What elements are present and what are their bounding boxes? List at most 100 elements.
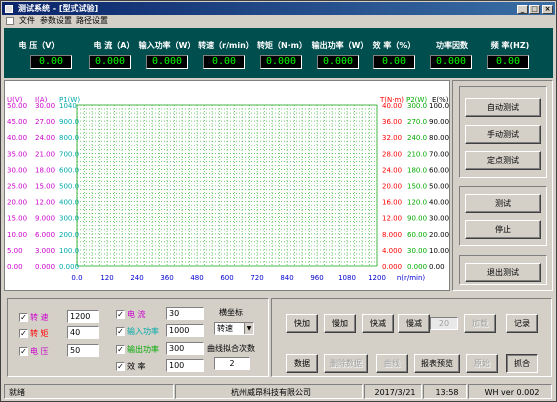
fit-order-title: 曲线拟合次数 <box>207 344 255 353</box>
voltage-label: 电 压 <box>30 347 49 356</box>
current-tick: 6.000 <box>35 231 55 239</box>
meter-panel: 电 压（V） 0.00 电 流（A） 0.000 输入功率（W） 0.000 转… <box>4 28 553 78</box>
efficiency-tick: 60.00 <box>429 166 449 174</box>
status-time: 13:58 <box>423 384 467 399</box>
meter-torque: 0.000 <box>260 55 302 69</box>
voltage-checkbox[interactable]: ✓ <box>19 347 28 356</box>
input-power-tick: 1040 <box>59 102 77 110</box>
output-power-tick: 120.0 <box>407 199 427 207</box>
torque-tick: 8.000 <box>382 231 402 239</box>
voltage-tick: 25.00 <box>7 183 27 191</box>
meter-label-efficiency: 效 率（%） <box>372 41 416 50</box>
meter-label-power-factor: 功率因数 <box>436 41 468 50</box>
report-preview-button[interactable]: 报表预览 <box>414 354 460 373</box>
original-button[interactable]: 原始 <box>466 354 498 373</box>
input-power-tick: 400.0 <box>59 199 79 207</box>
current-tick: 3.000 <box>35 247 55 255</box>
output-power-tick: 30.00 <box>407 247 427 255</box>
menu-path-settings[interactable]: 路径设置 <box>76 15 108 27</box>
output-power-tick: 150.0 <box>407 183 427 191</box>
torque-max-input[interactable]: 40 <box>67 326 99 339</box>
data-button[interactable]: 数据 <box>286 354 318 373</box>
current-max-input[interactable]: 30 <box>166 307 204 320</box>
voltage-tick: 5.00 <box>7 247 23 255</box>
fast-subtract-button[interactable]: 快减 <box>362 314 394 333</box>
torque-tick: 40.00 <box>382 102 402 110</box>
fast-add-button[interactable]: 快加 <box>286 314 318 333</box>
title-bar: 测试系统 - [型式试验] _ □ × <box>2 2 555 15</box>
meter-label-speed: 转速（r/min） <box>198 41 254 50</box>
efficiency-tick: 50.00 <box>429 183 449 191</box>
test-button[interactable]: 测试 <box>465 194 541 213</box>
x-axis-select[interactable]: 转速 ▼ <box>214 322 254 335</box>
efficiency-tick: 40.00 <box>429 199 449 207</box>
maximize-button[interactable]: □ <box>529 5 540 14</box>
status-state: 就绪 <box>4 384 174 399</box>
curve-button[interactable]: 曲线 <box>376 354 408 373</box>
fixed-point-test-button[interactable]: 定点测试 <box>465 151 541 170</box>
current-tick: 27.00 <box>35 118 55 126</box>
input-power-tick: 200.0 <box>59 231 79 239</box>
exit-test-button[interactable]: 退出测试 <box>465 263 541 282</box>
efficiency-max-input[interactable]: 100 <box>166 359 204 372</box>
x-axis-title: 横坐标 <box>219 308 243 317</box>
input-power-tick: 100.0 <box>59 247 79 255</box>
stop-button[interactable]: 停止 <box>465 220 541 239</box>
step-value-input[interactable]: 20 <box>430 317 458 330</box>
speed-checkbox[interactable]: ✓ <box>19 313 28 322</box>
voltage-max-input[interactable]: 50 <box>67 344 99 357</box>
input-power-tick: 700.0 <box>59 150 79 158</box>
efficiency-checkbox[interactable]: ✓ <box>116 362 125 371</box>
status-bar: 就绪 杭州威昂科技有限公司 2017/3/21 13:58 WH ver 0.0… <box>2 383 555 400</box>
torque-tick: 24.00 <box>382 166 402 174</box>
input-power-max-input[interactable]: 1000 <box>166 324 204 337</box>
current-tick: 18.00 <box>35 166 55 174</box>
fit-order-input[interactable]: 2 <box>214 357 250 370</box>
x-tick: 720 <box>250 274 263 282</box>
voltage-tick: 10.00 <box>7 231 27 239</box>
auto-test-button[interactable]: 自动测试 <box>465 98 541 117</box>
torque-tick: 20.00 <box>382 183 402 191</box>
slow-add-button[interactable]: 慢加 <box>324 314 356 333</box>
meter-label-output-power: 输出功率（W） <box>311 41 369 50</box>
input-power-tick: 0.000 <box>59 263 79 271</box>
current-tick: 0.000 <box>35 263 55 271</box>
delete-data-button[interactable]: 删除数据 <box>324 354 368 373</box>
x-tick: 0.0 <box>71 274 82 282</box>
efficiency-tick: 10.00 <box>429 247 449 255</box>
meter-frequency: 0.00 <box>487 55 529 69</box>
status-company: 杭州威昂科技有限公司 <box>175 384 363 399</box>
menu-param-settings[interactable]: 参数设置 <box>40 15 72 27</box>
slow-subtract-button[interactable]: 慢减 <box>398 314 430 333</box>
capture-button[interactable]: 抓合 <box>506 354 538 373</box>
status-date: 2017/3/21 <box>364 384 422 399</box>
input-power-checkbox[interactable]: ✓ <box>116 327 125 336</box>
current-tick: 15.00 <box>35 183 55 191</box>
output-power-max-input[interactable]: 300 <box>166 342 204 355</box>
output-power-checkbox[interactable]: ✓ <box>116 345 125 354</box>
performance-chart: U(V) I(A) P1(W) T(N·m) P2(W) E(%)50.0045.0040… <box>7 96 449 282</box>
meter-speed: 0.00 <box>203 55 245 69</box>
torque-checkbox[interactable]: ✓ <box>19 329 28 338</box>
x-axis-select-value: 转速 <box>217 324 233 333</box>
output-power-tick: 60.00 <box>407 231 427 239</box>
current-checkbox[interactable]: ✓ <box>116 310 125 319</box>
load-button[interactable]: 加载 <box>464 314 496 333</box>
record-button[interactable]: 记录 <box>506 314 538 333</box>
efficiency-tick: 70.00 <box>429 150 449 158</box>
output-power-tick: 90.00 <box>407 215 427 223</box>
minimize-button[interactable]: _ <box>517 5 528 14</box>
input-power-label: 输入功率 <box>127 327 159 336</box>
speed-max-input[interactable]: 1200 <box>67 310 99 323</box>
voltage-tick: 40.00 <box>7 134 27 142</box>
menu-file[interactable]: 文件 <box>19 15 35 27</box>
status-version: WH ver 0.002 <box>468 384 552 399</box>
input-power-tick: 500.0 <box>59 183 79 191</box>
meter-label-current: 电 流（A） <box>93 41 135 50</box>
chevron-down-icon[interactable]: ▼ <box>244 323 253 334</box>
manual-test-button[interactable]: 手动测试 <box>465 125 541 144</box>
menu-bar: 文件 参数设置 路径设置 <box>2 15 555 27</box>
close-button[interactable]: × <box>542 5 553 14</box>
efficiency-tick: 30.00 <box>429 215 449 223</box>
input-power-tick: 300.0 <box>59 215 79 223</box>
